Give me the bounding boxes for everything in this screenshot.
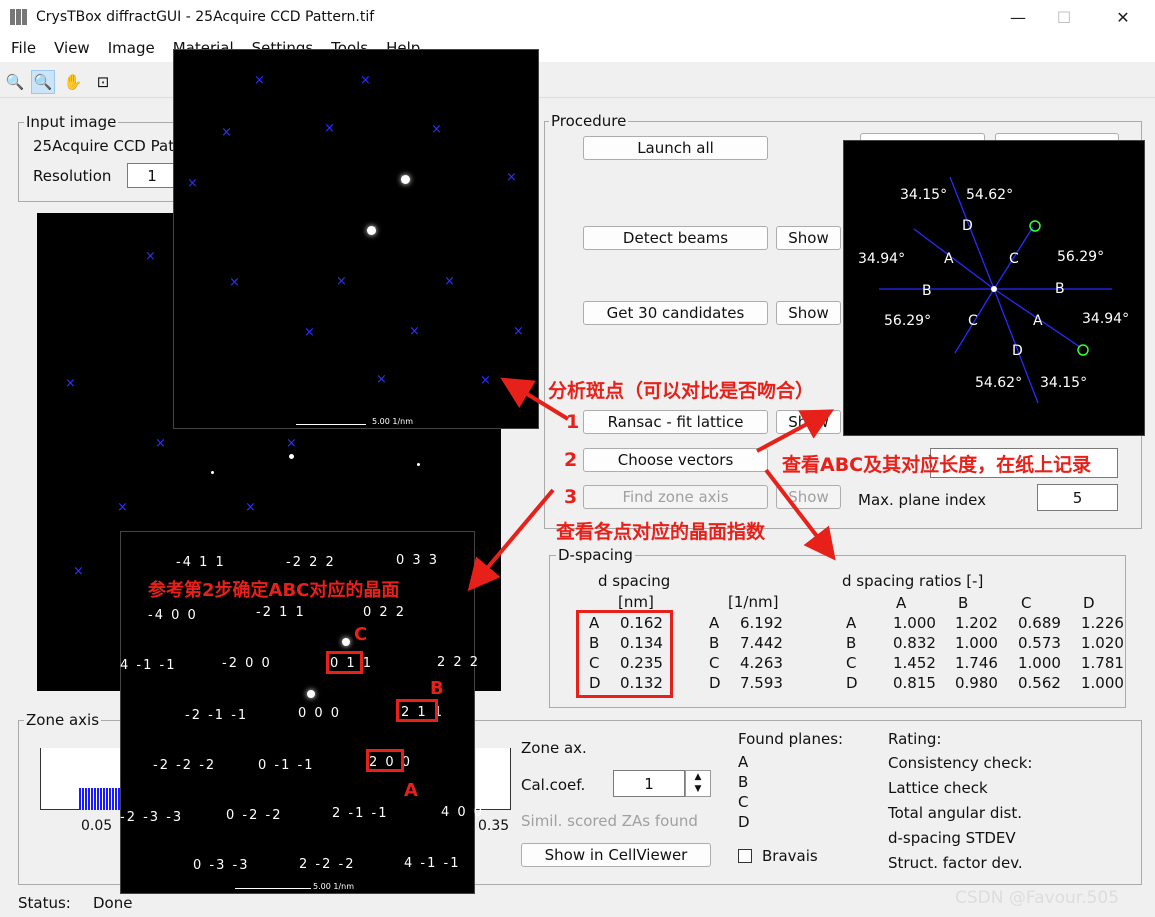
annotation-num-2: 2 bbox=[564, 449, 578, 471]
annotation-num-3: 3 bbox=[564, 486, 578, 508]
annotation-2: 查看ABC及其对应长度，在纸上记录 bbox=[782, 454, 1092, 476]
annotation-4: 参考第2步确定ABC对应的晶面 bbox=[148, 580, 400, 601]
app-window: CrysTBox diffractGUI - 25Acquire CCD Pat… bbox=[0, 0, 1155, 917]
annotation-3: 查看各点对应的晶面指数 bbox=[556, 521, 766, 543]
annotation-num-1: 1 bbox=[566, 411, 580, 433]
annotation-1: 分析斑点（可以对比是否吻合） bbox=[548, 380, 815, 402]
